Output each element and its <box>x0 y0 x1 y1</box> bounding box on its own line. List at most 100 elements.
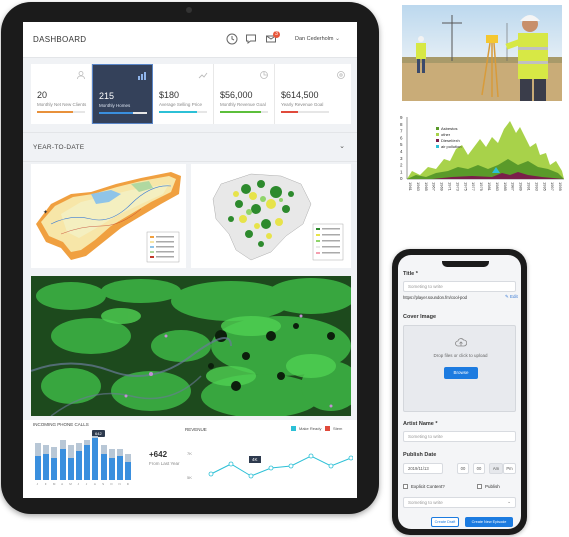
kpi-value: 20 <box>37 90 48 100</box>
calls-bar[interactable] <box>67 444 74 480</box>
create-draft-button[interactable]: Create Draft <box>431 517 459 527</box>
title-input[interactable]: Someting to write <box>403 281 516 292</box>
legend-label: air pollution <box>441 144 461 149</box>
x-tick-label: 1961 <box>408 182 413 192</box>
artist-input[interactable]: Someting to write <box>403 431 516 442</box>
kpi-progress-fill <box>281 111 298 113</box>
month-label: F <box>44 482 47 486</box>
user-name[interactable]: Dan Cederholm <box>295 36 334 42</box>
episode-form-screen: Title * Someting to write https://player… <box>398 255 521 529</box>
calls-bar-fill <box>125 462 132 480</box>
calls-bar[interactable] <box>59 440 66 480</box>
calls-bar[interactable] <box>84 440 91 480</box>
kpi-cards: 20 Monthly Net New Clients 215 Monthly H… <box>31 64 351 124</box>
x-tick-label: 1987 <box>511 182 516 192</box>
x-axis-labels: 1961 1963 1965 1967 1969 1971 1973 1975 1977 1979… <box>408 182 563 192</box>
month-label: N <box>118 482 121 486</box>
satellite-image <box>31 276 351 416</box>
publish-label: Publish <box>485 484 500 489</box>
y-tick-label: 9 <box>400 115 403 120</box>
y-tick-label: 5 <box>400 142 403 147</box>
calls-bar-fill <box>43 453 50 480</box>
kpi-progress <box>99 112 147 114</box>
x-tick-label: 1991 <box>527 182 532 192</box>
calls-big-value: +642 <box>149 450 168 459</box>
am-toggle[interactable]: Am <box>489 463 503 474</box>
x-tick-label: 1999 <box>558 182 563 192</box>
chevron-down-icon[interactable]: ⌄ <box>335 35 340 42</box>
x-tick-label: 1979 <box>479 182 484 192</box>
hour-input[interactable]: 00 <box>457 463 469 474</box>
calls-bar-fill <box>35 455 41 480</box>
bottom-stats-panel: INCOMING PHONE CALLS 642 JFMAMJJASOND +6… <box>23 420 357 498</box>
calls-bar[interactable] <box>100 444 107 480</box>
kpi-card-yearly-revenue[interactable]: $614,500 Yearly Revenue Goal <box>275 64 351 124</box>
x-tick-label: 1981 <box>487 182 492 192</box>
calls-bar-fill <box>76 451 82 480</box>
legend-make-ready: Make Ready <box>291 426 321 432</box>
cover-image-label: Cover Image <box>403 314 437 320</box>
x-tick-label: 1983 <box>495 182 500 192</box>
pie-chart-icon <box>259 70 269 80</box>
kpi-label: Monthly Revenue Goal <box>220 102 266 107</box>
tablet-device: DASHBOARD 3 Dan Cederholm ⌄ 20 Monthly N… <box>1 2 379 514</box>
calls-bar[interactable] <box>117 449 123 480</box>
kpi-progress-fill <box>159 111 198 113</box>
publish-date-label: Publish Date <box>403 452 437 458</box>
calls-bar[interactable] <box>125 453 132 480</box>
x-tick-label: 1993 <box>534 182 539 192</box>
chart-legend: AsbestosotherDiesel/exhair pollution <box>436 126 461 149</box>
kpi-card-monthly-homes[interactable]: 215 Monthly Homes <box>92 64 153 124</box>
publish-checkbox[interactable] <box>477 484 482 489</box>
kpi-card-new-clients[interactable]: 20 Monthly Net New Clients <box>31 64 92 124</box>
minute-input[interactable]: 00 <box>473 463 485 474</box>
y-axis-ticks: 9 8 76 5 4 3 21 0 <box>400 115 403 181</box>
kpi-progress <box>281 111 329 113</box>
x-tick-label: 1975 <box>463 182 468 192</box>
svg-text:✦: ✦ <box>43 209 48 216</box>
calls-bar[interactable] <box>76 442 82 480</box>
phone-notch <box>442 261 489 267</box>
revenue-tooltip: 4K <box>249 456 261 463</box>
upload-dropzone[interactable]: Drop files or click to upload Browse <box>403 325 516 412</box>
date-input[interactable]: 2019/11/13 <box>403 463 443 474</box>
kpi-label: Average Selling Price <box>159 102 202 107</box>
x-tick-label: 1995 <box>542 182 547 192</box>
explicit-checkbox[interactable] <box>403 484 408 489</box>
stacked-area-chart: 9 8 76 5 4 3 21 0 Asbestos other Diesel/exh air po… <box>392 109 567 204</box>
calls-bar[interactable] <box>108 449 115 480</box>
calls-bar[interactable] <box>92 436 99 480</box>
calls-bar[interactable] <box>35 442 41 480</box>
calls-bar[interactable] <box>43 444 50 480</box>
x-tick-label: 1969 <box>440 182 445 192</box>
kpi-value: 215 <box>99 91 115 101</box>
chat-icon[interactable] <box>245 33 257 45</box>
pm-toggle[interactable]: Pm <box>503 463 516 474</box>
kpi-card-avg-price[interactable]: $180 Average Selling Price <box>153 64 214 124</box>
edit-link[interactable]: ✎ Edit <box>505 294 518 300</box>
dashboard-screen: DASHBOARD 3 Dan Cederholm ⌄ 20 Monthly N… <box>23 22 357 498</box>
x-tick-label: 1989 <box>519 182 524 192</box>
browse-button[interactable]: Browse <box>444 367 478 379</box>
x-tick-label: 1963 <box>416 182 421 192</box>
legend-swatch <box>436 145 439 148</box>
kpi-progress <box>37 111 85 113</box>
chevron-down-icon[interactable]: ⌄ <box>339 142 345 150</box>
create-episode-button[interactable]: Create New Episode <box>465 517 513 527</box>
select-dropdown[interactable]: Someting to write ⌄ <box>403 497 516 508</box>
clock-icon[interactable] <box>226 33 238 45</box>
x-tick-label: 1977 <box>471 182 476 192</box>
page-title: DASHBOARD <box>33 35 87 44</box>
chevron-down-icon: ⌄ <box>507 499 511 504</box>
kpi-card-monthly-revenue[interactable]: $56,000 Monthly Revenue Goal <box>214 64 275 124</box>
kpi-progress <box>220 111 268 113</box>
explicit-label: Explicit Content? <box>411 484 445 489</box>
ytd-section-header[interactable]: YEAR-TO-DATE ⌄ <box>23 132 357 162</box>
revenue-line-chart: 7K 5K <box>187 451 353 480</box>
y-tick-label: 7 <box>400 129 403 134</box>
legend-label: other <box>441 132 451 137</box>
calls-bar[interactable] <box>51 447 58 480</box>
legend-swatch <box>436 139 439 142</box>
surveyor-photo <box>402 5 562 101</box>
calls-bar-fill <box>117 455 123 480</box>
